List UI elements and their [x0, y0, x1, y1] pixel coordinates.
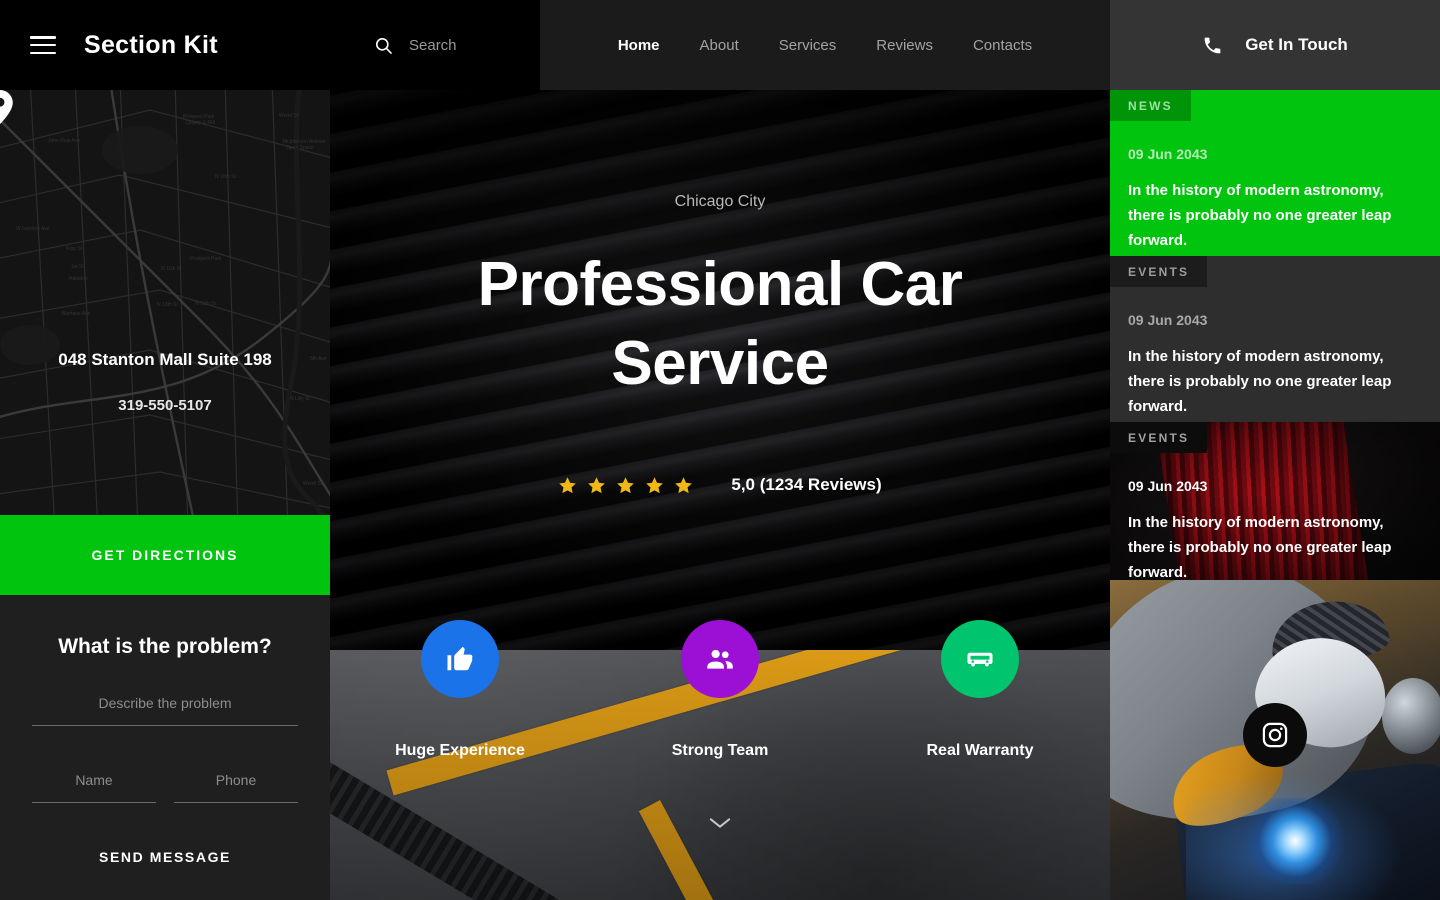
svg-text:N 10th St: N 10th St [215, 174, 236, 180]
feature-label: Real Warranty [926, 742, 1034, 759]
events-text: In the history of modern astronomy, ther… [1128, 514, 1392, 580]
svg-text:Burhans Ave: Burhans Ave [62, 311, 90, 317]
location-map[interactable]: John Ruis Ave Prospect Park Quarry & Mil… [0, 90, 330, 515]
brand-title: Section Kit [84, 30, 218, 59]
svg-text:Kipp St: Kipp St [66, 246, 83, 252]
svg-text:W Ivanhoe Ave: W Ivanhoe Ave [16, 226, 50, 232]
star-icon [646, 476, 664, 493]
car-icon [967, 652, 993, 667]
instagram-card[interactable] [1110, 580, 1440, 900]
map-phone: 319-550-5107 [118, 397, 212, 414]
feature-label: Huge Experience [395, 742, 525, 759]
search-area [330, 0, 540, 90]
news-date: 09 Jun 2043 [1128, 146, 1208, 162]
feature-list: Huge Experience Strong Team Real Warrant… [330, 620, 1110, 760]
main-nav: Home About Services Reviews Contacts [540, 0, 1110, 90]
instagram-icon [1262, 722, 1288, 748]
events-badge: EVENTS [1110, 422, 1208, 453]
name-phone-row [32, 772, 298, 803]
brand-area: Section Kit [0, 0, 330, 90]
nav-item-about[interactable]: About [700, 37, 739, 54]
get-in-touch-label: Get In Touch [1245, 35, 1348, 54]
hamburger-icon[interactable] [30, 36, 56, 54]
hero-city-label: Chicago City [674, 193, 766, 210]
right-panel: NEWS 09 Jun 2043 In the history of moder… [1110, 90, 1440, 900]
events-date: 09 Jun 2043 [1128, 478, 1208, 494]
svg-text:Open Space: Open Space [286, 145, 314, 151]
top-header: Section Kit Home About Services Reviews … [0, 0, 1440, 90]
news-card[interactable]: NEWS 09 Jun 2043 In the history of moder… [1110, 90, 1440, 256]
phone-icon [1204, 37, 1221, 53]
describe-problem-input[interactable] [32, 695, 298, 726]
events-text: In the history of modern astronomy, ther… [1128, 348, 1392, 415]
feature-label: Strong Team [671, 742, 769, 759]
svg-text:N 11th St: N 11th St [161, 266, 182, 272]
svg-text:Wood St: Wood St [279, 113, 299, 119]
rating-block: 5,0 (1234 Reviews) [330, 475, 1110, 495]
instagram-button[interactable] [1243, 703, 1307, 767]
hero-section: Chicago City Professional Car Service 5,… [330, 90, 1110, 900]
thumb-up-icon [447, 646, 473, 671]
svg-text:N 12th St: N 12th St [195, 301, 216, 307]
get-in-touch-button[interactable]: Get In Touch [1110, 0, 1440, 90]
svg-text:Haledon: Haledon [69, 276, 88, 282]
star-icon [588, 476, 606, 493]
news-badge: NEWS [1110, 90, 1191, 121]
problem-form: What is the problem? SEND MESSAGE [0, 595, 330, 865]
svg-text:Prospect Park: Prospect Park [190, 256, 222, 262]
feature-strong-team[interactable]: Strong Team [590, 620, 850, 760]
feature-real-warranty[interactable]: Real Warranty [850, 620, 1110, 760]
star-icon [675, 476, 693, 493]
form-title: What is the problem? [58, 635, 272, 658]
feature-huge-experience[interactable]: Huge Experience [330, 620, 590, 760]
chevron-down-icon[interactable] [709, 816, 731, 830]
svg-text:1st St: 1st St [71, 264, 84, 270]
map-address: 048 Stanton Mall Suite 198 [58, 350, 272, 369]
events-date: 09 Jun 2043 [1128, 312, 1208, 328]
name-input[interactable] [32, 772, 156, 803]
nav-item-reviews[interactable]: Reviews [876, 37, 933, 54]
location-pin-icon [0, 90, 13, 124]
map-streets: John Ruis Ave Prospect Park Quarry & Mil… [0, 90, 330, 515]
search-icon[interactable] [374, 36, 393, 55]
svg-text:Wood St: Wood St [303, 481, 323, 487]
left-sidebar: John Ruis Ave Prospect Park Quarry & Mil… [0, 90, 330, 900]
events-card-2[interactable]: EVENTS 09 Jun 2043 In the history of mod… [1110, 422, 1440, 580]
people-icon [707, 649, 733, 669]
hero-content: Chicago City Professional Car Service 5,… [330, 90, 1110, 900]
hero-title: Professional Car Service [477, 250, 963, 399]
search-input[interactable] [409, 36, 539, 54]
rating-text: 5,0 (1234 Reviews) [731, 475, 882, 494]
get-directions-button[interactable]: GET DIRECTIONS [0, 515, 330, 595]
news-text: In the history of modern astronomy, ther… [1128, 182, 1392, 249]
star-rating [558, 476, 693, 495]
svg-text:Quarry & Mill: Quarry & Mill [186, 120, 215, 126]
star-icon [617, 476, 635, 493]
phone-input[interactable] [174, 772, 298, 803]
events-badge: EVENTS [1110, 256, 1208, 287]
nav-item-contacts[interactable]: Contacts [973, 37, 1032, 54]
svg-text:John Ruis Ave: John Ruis Ave [48, 138, 80, 144]
svg-text:N 13th St: N 13th St [157, 302, 178, 308]
send-message-button[interactable]: SEND MESSAGE [99, 849, 231, 865]
star-icon [559, 476, 577, 493]
events-card-1[interactable]: EVENTS 09 Jun 2043 In the history of mod… [1110, 256, 1440, 422]
app-root: Section Kit Home About Services Reviews … [0, 0, 1440, 900]
nav-item-home[interactable]: Home [618, 37, 660, 54]
nav-item-services[interactable]: Services [779, 37, 837, 54]
